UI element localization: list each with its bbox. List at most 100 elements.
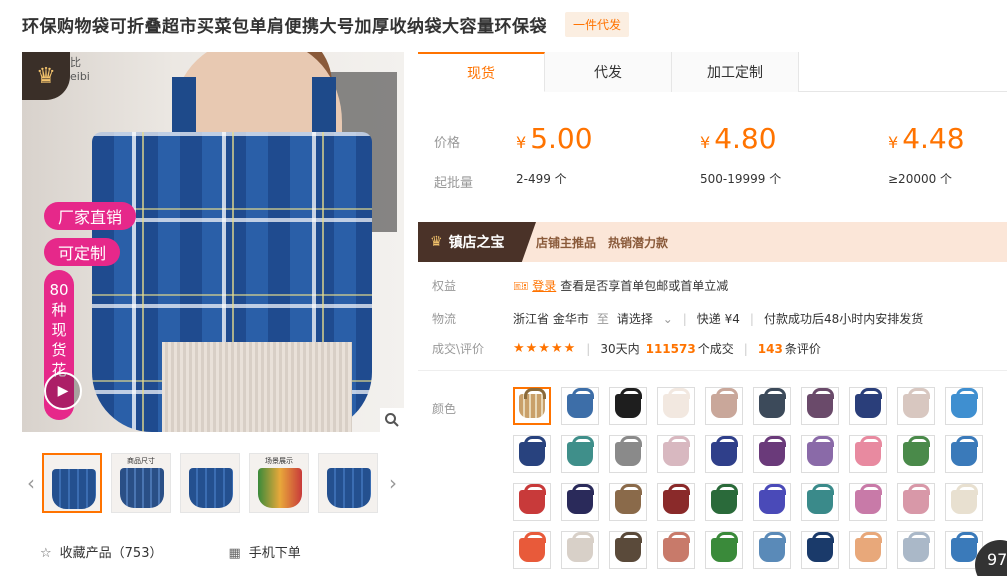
color-swatch[interactable] [609, 387, 647, 425]
play-video-icon[interactable]: ▶ [44, 372, 82, 410]
thumbnail-2[interactable]: 商品尺寸 [111, 453, 171, 513]
divider: | [682, 311, 687, 326]
shop-recommend-label: 店铺主推品 [536, 235, 597, 250]
bag-swatch-icon [807, 436, 834, 466]
thumbnail-4[interactable]: 场景展示 [249, 453, 309, 513]
bag-swatch-icon [903, 436, 930, 466]
bag-swatch-icon [951, 436, 978, 466]
color-swatch[interactable] [657, 531, 695, 569]
bag-swatch-icon [951, 532, 978, 562]
color-swatch[interactable] [657, 387, 695, 425]
bag-swatch-icon [855, 436, 882, 466]
reviews-label: 成交\评价 [432, 342, 485, 356]
color-swatch[interactable] [513, 387, 551, 425]
bag-swatch-icon [663, 388, 690, 418]
bag-swatch-icon [951, 484, 978, 514]
color-swatch[interactable] [609, 483, 647, 521]
thumbnail-1[interactable] [42, 453, 102, 513]
color-swatch[interactable] [945, 435, 983, 473]
bag-swatch-icon [711, 484, 738, 514]
thumbnail-5[interactable] [318, 453, 378, 513]
rating-stars: ★★★★★ [513, 341, 577, 356]
shop-hot-label: 热销潜力款 [608, 235, 669, 250]
color-swatch[interactable] [513, 435, 551, 473]
login-link[interactable]: 登录 [532, 277, 556, 294]
bag-swatch-icon [615, 388, 642, 418]
color-swatch[interactable] [849, 483, 887, 521]
color-swatch[interactable] [561, 387, 599, 425]
review-count[interactable]: 143 [758, 342, 783, 356]
mobile-order-button[interactable]: ▦ 手机下单 [228, 542, 300, 561]
divider: | [743, 341, 748, 356]
color-label: 颜色 [432, 402, 457, 416]
tab-dropship[interactable]: 代发 [545, 52, 672, 92]
bag-swatch-icon [903, 532, 930, 562]
color-swatch[interactable] [705, 483, 743, 521]
color-swatch[interactable] [753, 387, 791, 425]
bag-swatch-icon [567, 388, 594, 418]
section-divider [418, 370, 1007, 371]
ship-to-label: 至 [596, 312, 609, 326]
dropship-badge[interactable]: 一件代发 [565, 11, 630, 37]
bag-swatch-icon [615, 532, 642, 562]
bag-swatch-icon [663, 436, 690, 466]
color-swatch[interactable] [897, 387, 935, 425]
destination-select[interactable]: 请选择 ⌄ [617, 310, 673, 327]
color-swatch[interactable] [609, 435, 647, 473]
color-swatch[interactable] [897, 531, 935, 569]
range-tier-3: ≥20000 个 [888, 172, 953, 186]
range-tier-2: 500-19999 个 [700, 172, 782, 186]
color-swatch[interactable] [705, 435, 743, 473]
coupon-icon: 🎫︎ [513, 278, 529, 293]
bag-swatch-icon [855, 484, 882, 514]
color-swatch[interactable] [705, 531, 743, 569]
range-tier-1: 2-499 个 [516, 172, 567, 186]
thumb-bag [327, 468, 371, 508]
tab-in-stock[interactable]: 现货 [418, 52, 545, 92]
color-swatch[interactable] [801, 435, 839, 473]
color-swatch[interactable] [897, 435, 935, 473]
color-swatch[interactable] [849, 387, 887, 425]
color-swatch[interactable] [561, 435, 599, 473]
color-swatch[interactable] [705, 387, 743, 425]
tab-custom[interactable]: 加工定制 [672, 52, 799, 92]
zoom-search-icon[interactable] [380, 408, 404, 432]
thumbnail-3[interactable] [180, 453, 240, 513]
color-swatch[interactable] [513, 531, 551, 569]
bag-swatch-icon [519, 484, 546, 514]
color-swatch[interactable] [753, 531, 791, 569]
color-swatch[interactable] [945, 387, 983, 425]
color-swatch[interactable] [801, 531, 839, 569]
thumb-bag [258, 468, 302, 508]
color-swatch[interactable] [657, 483, 695, 521]
bag-swatch-icon [711, 532, 738, 562]
thumb-next-arrow-icon[interactable]: › [384, 471, 402, 495]
color-swatch[interactable] [609, 531, 647, 569]
crown-icon: ♛ [430, 234, 443, 250]
color-swatch[interactable] [753, 435, 791, 473]
color-swatch[interactable] [513, 483, 551, 521]
color-swatch[interactable] [897, 483, 935, 521]
bag-swatch-icon [567, 532, 594, 562]
star-outline-icon: ☆ [40, 546, 52, 561]
price-tier-2: ¥4.80 [700, 122, 777, 155]
color-swatch[interactable] [849, 435, 887, 473]
favorite-button[interactable]: ☆ 收藏产品（753） [40, 542, 162, 561]
bag-swatch-icon [759, 436, 786, 466]
bag-swatch-icon [759, 532, 786, 562]
color-swatch[interactable] [753, 483, 791, 521]
color-swatch[interactable] [801, 483, 839, 521]
color-swatch[interactable] [849, 531, 887, 569]
main-product-image[interactable]: ♛ 比 eibi 厂家直销 可定制 80 种现货花 ▶ [22, 52, 404, 432]
color-swatch[interactable] [801, 387, 839, 425]
color-swatch[interactable] [657, 435, 695, 473]
color-swatch[interactable] [945, 483, 983, 521]
color-swatch[interactable] [561, 531, 599, 569]
color-swatch[interactable] [561, 483, 599, 521]
thumb-bag [189, 468, 233, 508]
bag-swatch-icon [663, 484, 690, 514]
thumb-label: 商品尺寸 [127, 457, 155, 465]
thumb-prev-arrow-icon[interactable]: ‹ [22, 471, 40, 495]
color-swatch-grid [513, 387, 1007, 569]
bag-swatch-icon [807, 484, 834, 514]
